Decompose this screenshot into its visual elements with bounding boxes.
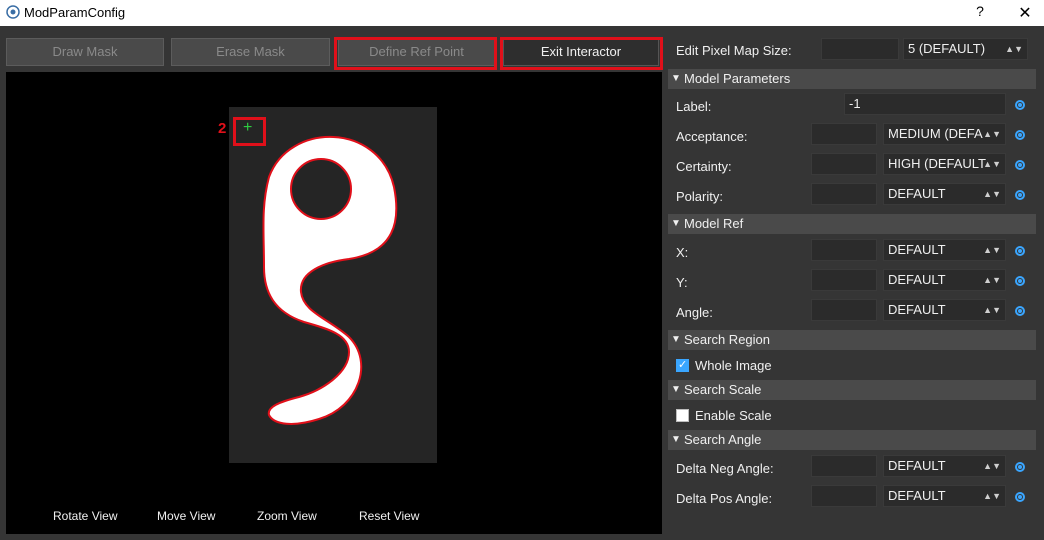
section-model-ref[interactable]: ▼ Model Ref [668,214,1036,234]
collapse-triangle-icon: ▼ [671,334,681,345]
section-title: Search Angle [684,432,762,447]
rotate-view-button[interactable]: Rotate View [53,509,117,523]
angle-select-value: DEFAULT [888,302,946,317]
y-radio[interactable] [1015,276,1025,286]
window-title: ModParamConfig [24,5,126,20]
angle-radio[interactable] [1015,306,1025,316]
x-label: X: [676,245,689,260]
label-label: Label: [676,99,712,114]
delta-pos-angle-select-value: DEFAULT [888,488,946,503]
app-icon [6,5,20,19]
enable-scale-label: Enable Scale [695,408,772,423]
pixel-map-select[interactable]: 5 (DEFAULT) ▲▼ [903,38,1028,60]
certainty-label: Certainty: [676,159,732,174]
delta-pos-angle-select[interactable]: DEFAULT ▲▼ [883,485,1006,507]
draw-mask-button[interactable]: Draw Mask [6,38,164,66]
delta-neg-angle-select[interactable]: DEFAULT ▲▼ [883,455,1006,477]
section-title: Model Ref [684,216,744,231]
polarity-input[interactable] [811,183,877,205]
section-title: Search Scale [684,382,762,397]
delta-pos-angle-radio[interactable] [1015,492,1025,502]
acceptance-input[interactable] [811,123,877,145]
title-bar: ModParamConfig ? ✕ [0,0,1044,26]
acceptance-label: Acceptance: [676,129,748,144]
pixel-map-label: Edit Pixel Map Size: [676,43,792,58]
pixel-map-select-value: 5 (DEFAULT) [908,41,986,56]
polarity-radio[interactable] [1015,190,1025,200]
collapse-triangle-icon: ▼ [671,73,681,84]
angle-input[interactable] [811,299,877,321]
x-select[interactable]: DEFAULT ▲▼ [883,239,1006,261]
certainty-select[interactable]: HIGH (DEFAULT ▲▼ [883,153,1006,175]
whole-image-label: Whole Image [695,358,772,373]
spin-arrows-icon: ▲▼ [983,305,1001,315]
angle-label: Angle: [676,305,713,320]
delta-pos-angle-label: Delta Pos Angle: [676,491,773,506]
move-view-button[interactable]: Move View [157,509,215,523]
delta-pos-angle-input[interactable] [811,485,877,507]
angle-select[interactable]: DEFAULT ▲▼ [883,299,1006,321]
y-select-value: DEFAULT [888,272,946,287]
polarity-label: Polarity: [676,189,723,204]
polarity-select[interactable]: DEFAULT ▲▼ [883,183,1006,205]
section-search-angle[interactable]: ▼ Search Angle [668,430,1036,450]
spin-arrows-icon: ▲▼ [983,189,1001,199]
spin-arrows-icon: ▲▼ [983,245,1001,255]
spin-arrows-icon: ▲▼ [983,491,1001,501]
label-input-value: -1 [849,96,861,111]
collapse-triangle-icon: ▼ [671,384,681,395]
x-input[interactable] [811,239,877,261]
annotation-label-2: 2 [218,120,227,137]
y-select[interactable]: DEFAULT ▲▼ [883,269,1006,291]
section-title: Model Parameters [684,71,791,86]
ref-point-marker[interactable]: + [243,119,252,137]
pixel-map-input[interactable] [821,38,899,60]
image-canvas[interactable]: + [229,107,437,463]
highlight-box-3 [500,37,663,70]
x-radio[interactable] [1015,246,1025,256]
help-button[interactable]: ? [970,3,990,23]
delta-neg-angle-input[interactable] [811,455,877,477]
certainty-input[interactable] [811,153,877,175]
y-label: Y: [676,275,688,290]
polarity-select-value: DEFAULT [888,186,946,201]
label-input[interactable]: -1 [844,93,1006,115]
spin-arrows-icon: ▲▼ [983,129,1001,139]
zoom-view-button[interactable]: Zoom View [257,509,317,523]
delta-neg-angle-select-value: DEFAULT [888,458,946,473]
label-radio[interactable] [1015,100,1025,110]
enable-scale-checkbox[interactable] [676,409,689,422]
certainty-select-value: HIGH (DEFAULT [888,156,986,171]
collapse-triangle-icon: ▼ [671,218,681,229]
image-viewer[interactable]: + 2 Rotate View Move View Zoom View Rese… [6,72,662,534]
certainty-radio[interactable] [1015,160,1025,170]
close-button[interactable]: ✕ [1014,3,1036,23]
collapse-triangle-icon: ▼ [671,434,681,445]
spin-arrows-icon: ▲▼ [983,159,1001,169]
section-model-parameters[interactable]: ▼ Model Parameters [668,69,1036,89]
reset-view-button[interactable]: Reset View [359,509,419,523]
part-shape [262,135,398,425]
spin-arrows-icon: ▲▼ [1005,44,1023,54]
section-search-scale[interactable]: ▼ Search Scale [668,380,1036,400]
acceptance-select[interactable]: MEDIUM (DEFA ▲▼ [883,123,1006,145]
parameter-panel: Edit Pixel Map Size: 5 (DEFAULT) ▲▼ ▼ Mo… [668,26,1044,540]
spin-arrows-icon: ▲▼ [983,461,1001,471]
delta-neg-angle-radio[interactable] [1015,462,1025,472]
y-input[interactable] [811,269,877,291]
section-search-region[interactable]: ▼ Search Region [668,330,1036,350]
erase-mask-button[interactable]: Erase Mask [171,38,330,66]
acceptance-radio[interactable] [1015,130,1025,140]
delta-neg-angle-label: Delta Neg Angle: [676,461,774,476]
section-title: Search Region [684,332,770,347]
whole-image-checkbox[interactable] [676,358,689,372]
acceptance-select-value: MEDIUM (DEFA [888,126,983,141]
x-select-value: DEFAULT [888,242,946,257]
highlight-box-1 [334,37,497,70]
spin-arrows-icon: ▲▼ [983,275,1001,285]
